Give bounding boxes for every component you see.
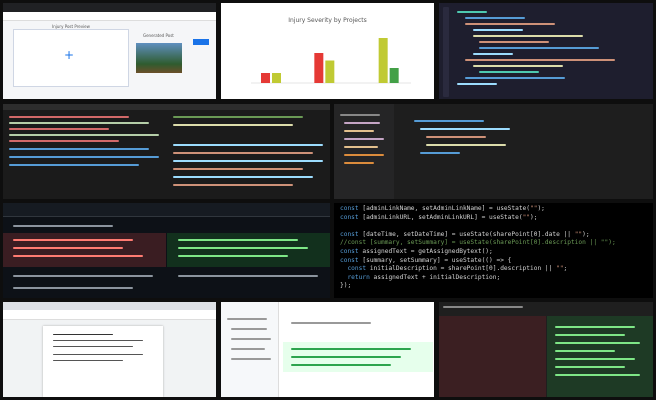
browser-address-bar[interactable] — [3, 12, 216, 21]
chart-bar — [272, 73, 281, 83]
dropzone-title: Injury Post Preview — [52, 24, 90, 29]
code-line: return assignedText + initialDescription… — [347, 273, 501, 281]
code-line: const [dateTime, setDateTime] = useState… — [340, 230, 590, 238]
review-window — [221, 302, 434, 397]
terminal-window — [3, 104, 330, 199]
screenshot-grid: Injury Post Preview + Generated Post Inj… — [0, 0, 656, 400]
diff-header — [3, 203, 330, 217]
code-line: //const [summary, setSummary] = useState… — [340, 239, 616, 247]
chart-bar — [378, 38, 388, 83]
code-editor-dark — [439, 3, 653, 99]
ide-window — [334, 104, 653, 199]
chart-bar — [314, 53, 324, 83]
generated-post-title: Generated Post — [143, 33, 174, 38]
dark-diff-window — [439, 302, 653, 397]
code-line: const [summary, setSummary] = useState((… — [340, 256, 512, 264]
submit-button[interactable] — [193, 39, 209, 45]
code-snippet: const [adminLinkName, setAdminLinkName] … — [334, 203, 653, 298]
upload-window: Injury Post Preview + Generated Post — [3, 3, 216, 99]
plus-icon[interactable]: + — [64, 48, 74, 62]
chart-bar — [261, 73, 270, 83]
diff-window — [3, 203, 330, 298]
chart-bar — [389, 68, 399, 83]
browser-tab-bar — [3, 3, 216, 12]
code-line: const assignedText = getAssignedBytext()… — [340, 247, 493, 255]
chart-bar — [325, 60, 335, 83]
landscape-thumbnail — [136, 43, 182, 73]
chart-window: Injury Severity by Projects — [221, 3, 434, 99]
code-line: const [adminLinkURL, setAdminLinkURL] = … — [340, 213, 538, 221]
bar-chart — [251, 38, 411, 84]
terminal-menu-bar[interactable] — [3, 104, 330, 110]
upload-dropzone[interactable]: Injury Post Preview + — [13, 24, 129, 87]
document-window — [3, 302, 216, 397]
document-page[interactable] — [43, 326, 163, 397]
file-explorer[interactable] — [334, 104, 394, 199]
code-line: }); — [340, 282, 352, 290]
code-line: const initialDescription = sharePoint[0]… — [347, 265, 568, 273]
code-line: const [adminLinkName, setAdminLinkName] … — [340, 205, 545, 212]
